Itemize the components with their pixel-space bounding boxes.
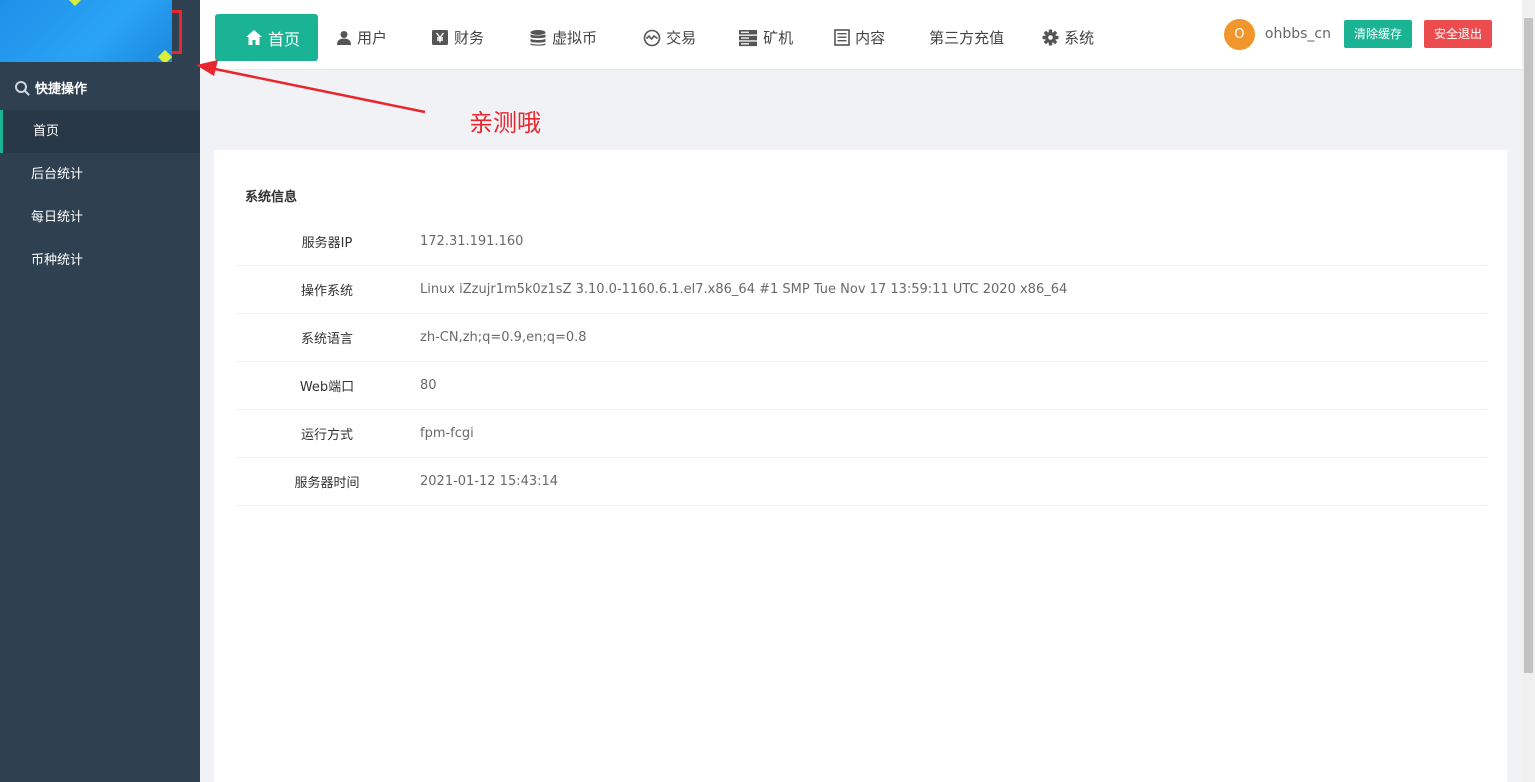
row-key: 系统语言	[236, 313, 418, 362]
tab-third-party-recharge[interactable]: 第三方充值	[929, 14, 1004, 61]
table-row: 系统语言 zh-CN,zh;q=0.9,en;q=0.8	[236, 313, 1487, 362]
tab-miner[interactable]: 矿机	[738, 14, 793, 61]
row-key: 运行方式	[236, 409, 418, 458]
tab-system-label: 系统	[1064, 29, 1095, 47]
clear-cache-button[interactable]: 清除缓存	[1343, 20, 1412, 48]
table-row: 服务器时间 2021-01-12 15:43:14	[236, 457, 1487, 506]
tab-finance-label: 财务	[454, 29, 485, 47]
annotation-arrow	[196, 60, 426, 114]
row-value: 2021-01-12 15:43:14	[418, 457, 1487, 506]
system-info-table: 服务器IP 172.31.191.160 操作系统 Linux iZzujr1m…	[236, 218, 1487, 506]
avatar[interactable]: O	[1223, 18, 1255, 50]
panel-title: 系统信息	[245, 190, 298, 205]
table-row: 服务器IP 172.31.191.160	[236, 218, 1487, 266]
row-value: 80	[418, 361, 1487, 410]
table-row: 运行方式 fpm-fcgi	[236, 409, 1487, 458]
scrollbar-thumb[interactable]	[1524, 18, 1533, 673]
database-icon	[529, 29, 547, 47]
sidebar-item-daily-stats[interactable]: 每日统计	[0, 196, 200, 239]
row-key: 服务器IP	[236, 218, 418, 266]
row-key: 服务器时间	[236, 457, 418, 506]
tab-virtual-coin-label: 虚拟币	[552, 29, 598, 47]
sidebar-menu: 首页 后台统计 每日统计 币种统计	[0, 110, 200, 282]
tab-third-party-recharge-label: 第三方充值	[929, 29, 1005, 47]
annotation-text: 亲测哦	[469, 109, 541, 137]
gear-icon	[1042, 29, 1059, 46]
username: ohbbs_cn	[1264, 26, 1331, 42]
server-icon	[738, 29, 758, 47]
sidebar-item-coin-stats[interactable]: 币种统计	[0, 239, 200, 282]
logout-button[interactable]: 安全退出	[1423, 20, 1492, 48]
tab-content[interactable]: 内容	[834, 14, 885, 61]
system-info-panel: 系统信息 服务器IP 172.31.191.160 操作系统 Linux iZz…	[214, 150, 1507, 782]
tab-trade-label: 交易	[666, 29, 697, 47]
table-row: Web端口 80	[236, 361, 1487, 410]
tab-trade[interactable]: 交易	[643, 14, 696, 61]
scrollbar[interactable]	[1522, 0, 1535, 782]
row-value: 172.31.191.160	[418, 218, 1487, 266]
user-area: O ohbbs_cn 清除缓存 安全退出	[1223, 18, 1492, 50]
list-icon	[834, 29, 850, 46]
tab-virtual-coin[interactable]: 虚拟币	[529, 14, 597, 61]
row-key: 操作系统	[236, 265, 418, 314]
row-value: fpm-fcgi	[418, 409, 1487, 458]
exchange-icon	[643, 29, 661, 47]
tab-miner-label: 矿机	[763, 29, 794, 47]
tab-system[interactable]: 系统	[1042, 14, 1094, 61]
row-value: Linux iZzujr1m5k0z1sZ 3.10.0-1160.6.1.el…	[418, 265, 1487, 314]
row-value: zh-CN,zh;q=0.9,en;q=0.8	[418, 313, 1487, 362]
tab-content-label: 内容	[855, 29, 886, 47]
sidebar-item-backend-stats[interactable]: 后台统计	[0, 153, 200, 196]
row-key: Web端口	[236, 361, 418, 410]
table-row: 操作系统 Linux iZzujr1m5k0z1sZ 3.10.0-1160.6…	[236, 265, 1487, 314]
